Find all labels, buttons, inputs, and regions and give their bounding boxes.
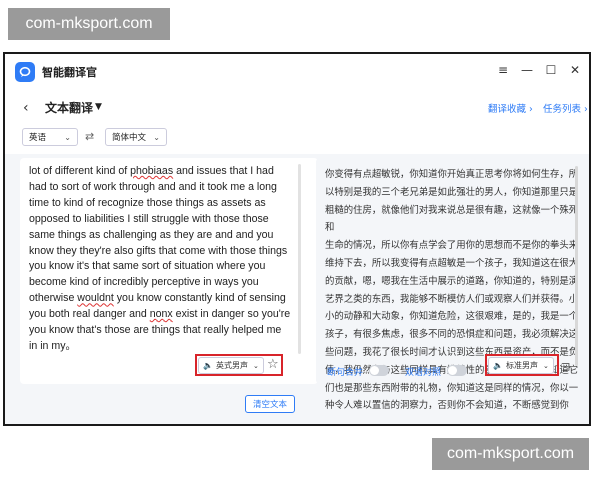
- language-bar: 英语 ⌄ ⇄ 简体中文 ⌄: [5, 124, 589, 154]
- speaker-icon: 🔈: [203, 361, 213, 370]
- source-text-area[interactable]: lot of different kind of phobiaas and is…: [29, 164, 301, 355]
- sub-header: ‹ 文本翻译 ▼ 翻译收藏 › 任务列表 ›: [5, 90, 589, 124]
- merge-sentences-toggle[interactable]: [369, 365, 389, 376]
- misspelled-word: phobiaas: [130, 165, 174, 177]
- text-run: time to kind of recognize those things a…: [29, 196, 266, 209]
- text-run: you know it's that same sort of situatio…: [29, 260, 266, 273]
- text-run: and issues that I had: [173, 165, 274, 177]
- target-voice-select[interactable]: 🔈 标准男声 ⌄: [488, 357, 554, 374]
- translation-line: 的贡献，嗯，嗯我在生活中展示的道路，你知道的，特别是演: [325, 275, 579, 287]
- source-text-line: had to sort of work through and and it t…: [29, 180, 301, 196]
- star-icon[interactable]: ☆: [267, 357, 279, 372]
- swap-languages-icon[interactable]: ⇄: [85, 130, 94, 143]
- app-logo-icon: [15, 62, 35, 82]
- app-title: 智能翻译官: [42, 66, 97, 79]
- source-scrollbar[interactable]: [298, 164, 301, 354]
- toggle-label-merge: 断句合并: [327, 368, 364, 378]
- translation-line: 以特别是我的三个老兄弟是如此强壮的男人，你知道那里只是: [325, 186, 579, 198]
- source-text-line: time to kind of recognize those things a…: [29, 196, 301, 212]
- caret-down-icon[interactable]: ▼: [95, 102, 102, 112]
- translation-line: 孩子，有很多焦虑，很多不同的恐惧症和问题，我必须解决这: [325, 329, 579, 341]
- target-language-label: 简体中文: [112, 133, 147, 143]
- translation-scrollbar[interactable]: [575, 166, 578, 366]
- clear-text-button[interactable]: 清空文本: [245, 395, 295, 413]
- source-voice-select[interactable]: 🔈 英式男声 ⌄: [198, 357, 264, 374]
- source-language-select[interactable]: 英语 ⌄: [22, 128, 78, 146]
- translation-line: 维持下去，所以我变得有点超敏是一个孩子，我知道这在很大: [325, 257, 579, 269]
- text-run: otherwise: [29, 292, 78, 305]
- close-icon[interactable]: ✕: [567, 62, 583, 78]
- source-text-line: you both real danger and nonx exist in d…: [29, 307, 301, 323]
- translation-line: 种令人难以置信的洞察力，否则你不会知道，不断感觉到你: [325, 400, 569, 412]
- source-text-line: become kind of incredibly perceptive in …: [29, 275, 301, 291]
- text-run: in in my。: [29, 339, 77, 352]
- text-run: you know constantly kind of sensing: [113, 292, 286, 305]
- app-window: 智能翻译官 ≡ — ☐ ✕ ‹ 文本翻译 ▼ 翻译收藏 › 任务列表 › 英语 …: [3, 52, 591, 426]
- text-run: you know that's those are things that re…: [29, 324, 282, 337]
- translation-line: 们也是那些东西附带的礼物，你知道这是同样的情况，你以一: [325, 382, 579, 394]
- back-arrow-icon[interactable]: ‹: [23, 100, 29, 116]
- maximize-icon[interactable]: ☐: [543, 62, 559, 78]
- watermark-top: com-mksport.com: [8, 8, 170, 40]
- bilingual-toggle[interactable]: [447, 365, 467, 376]
- favorites-link[interactable]: 翻译收藏 ›: [488, 101, 533, 115]
- text-run: you both real danger and: [29, 308, 150, 321]
- mode-selector-label[interactable]: 文本翻译: [45, 99, 93, 116]
- target-voice-label: 标准男声: [505, 361, 538, 370]
- text-run: had to sort of work through and and it t…: [29, 180, 277, 193]
- misspelled-word: nonx: [149, 308, 173, 321]
- menu-icon[interactable]: ≡: [495, 62, 511, 78]
- source-text-line: you know it's that same sort of situatio…: [29, 259, 301, 275]
- text-run: same things as challenging as they are a…: [29, 228, 274, 241]
- chevron-down-icon: ⌄: [64, 132, 71, 142]
- text-run: become kind of incredibly perceptive in …: [29, 276, 259, 289]
- text-run: opposed to liabilities I still struggle …: [29, 212, 269, 225]
- target-language-select[interactable]: 简体中文 ⌄: [105, 128, 167, 146]
- source-voice-label: 英式男声: [215, 361, 248, 370]
- watermark-bottom: com-mksport.com: [432, 438, 589, 470]
- translation-line: 你变得有点超敏锐，你知道你开始真正思考你将如何生存，所: [325, 169, 579, 180]
- source-text-line: in in my。: [29, 339, 301, 355]
- text-run: lot of different kind of: [29, 165, 131, 177]
- translation-line: 艺界之类的东西，我能够不断模仿人们或观察人们并获得。小: [325, 293, 579, 305]
- minimize-icon[interactable]: —: [519, 62, 535, 78]
- translation-text: 你变得有点超敏锐，你知道你开始真正思考你将如何生存，所 以特别是我的三个老兄弟是如…: [325, 166, 579, 415]
- chevron-down-icon: ⌄: [542, 361, 549, 370]
- source-text-line: otherwise wouldnt you know constantly ki…: [29, 291, 301, 307]
- source-text-line: lot of different kind of phobiaas and is…: [29, 164, 301, 180]
- source-text-line: you know that's those are things that re…: [29, 323, 301, 339]
- text-run: know they they're also gifts that come w…: [29, 244, 288, 257]
- translation-panel: 你变得有点超敏锐，你知道你开始真正思考你将如何生存，所 以特别是我的三个老兄弟是如…: [316, 158, 582, 411]
- toggle-label-bilingual: 双语对照: [405, 368, 442, 378]
- task-list-link[interactable]: 任务列表 ›: [543, 101, 588, 115]
- translation-line: 粗糙的住房，就像他们对我来说总是很有趣，这就像一个殊死和: [325, 204, 579, 234]
- source-text-panel[interactable]: lot of different kind of phobiaas and is…: [20, 158, 318, 384]
- chevron-down-icon: ⌄: [252, 361, 259, 370]
- source-text-line: opposed to liabilities I still struggle …: [29, 212, 301, 228]
- source-text-line: know they they're also gifts that come w…: [29, 244, 301, 260]
- misspelled-word: wouldnt: [77, 292, 114, 305]
- translation-line: 小的动静和大动象，你知道危险，这很艰难，是的，我是一个: [325, 311, 579, 323]
- text-run: exist in danger so you're: [172, 308, 291, 321]
- chevron-down-icon: ⌄: [153, 132, 160, 142]
- copy-icon[interactable]: ❐: [561, 363, 570, 374]
- title-bar: 智能翻译官 ≡ — ☐ ✕: [5, 54, 589, 90]
- translation-line: 生命的情况，所以你有点学会了用你的思想而不是你的拳头来: [325, 240, 579, 252]
- source-language-label: 英语: [29, 133, 47, 143]
- source-text-line: same things as challenging as they are a…: [29, 228, 301, 244]
- speaker-icon: 🔈: [493, 361, 503, 370]
